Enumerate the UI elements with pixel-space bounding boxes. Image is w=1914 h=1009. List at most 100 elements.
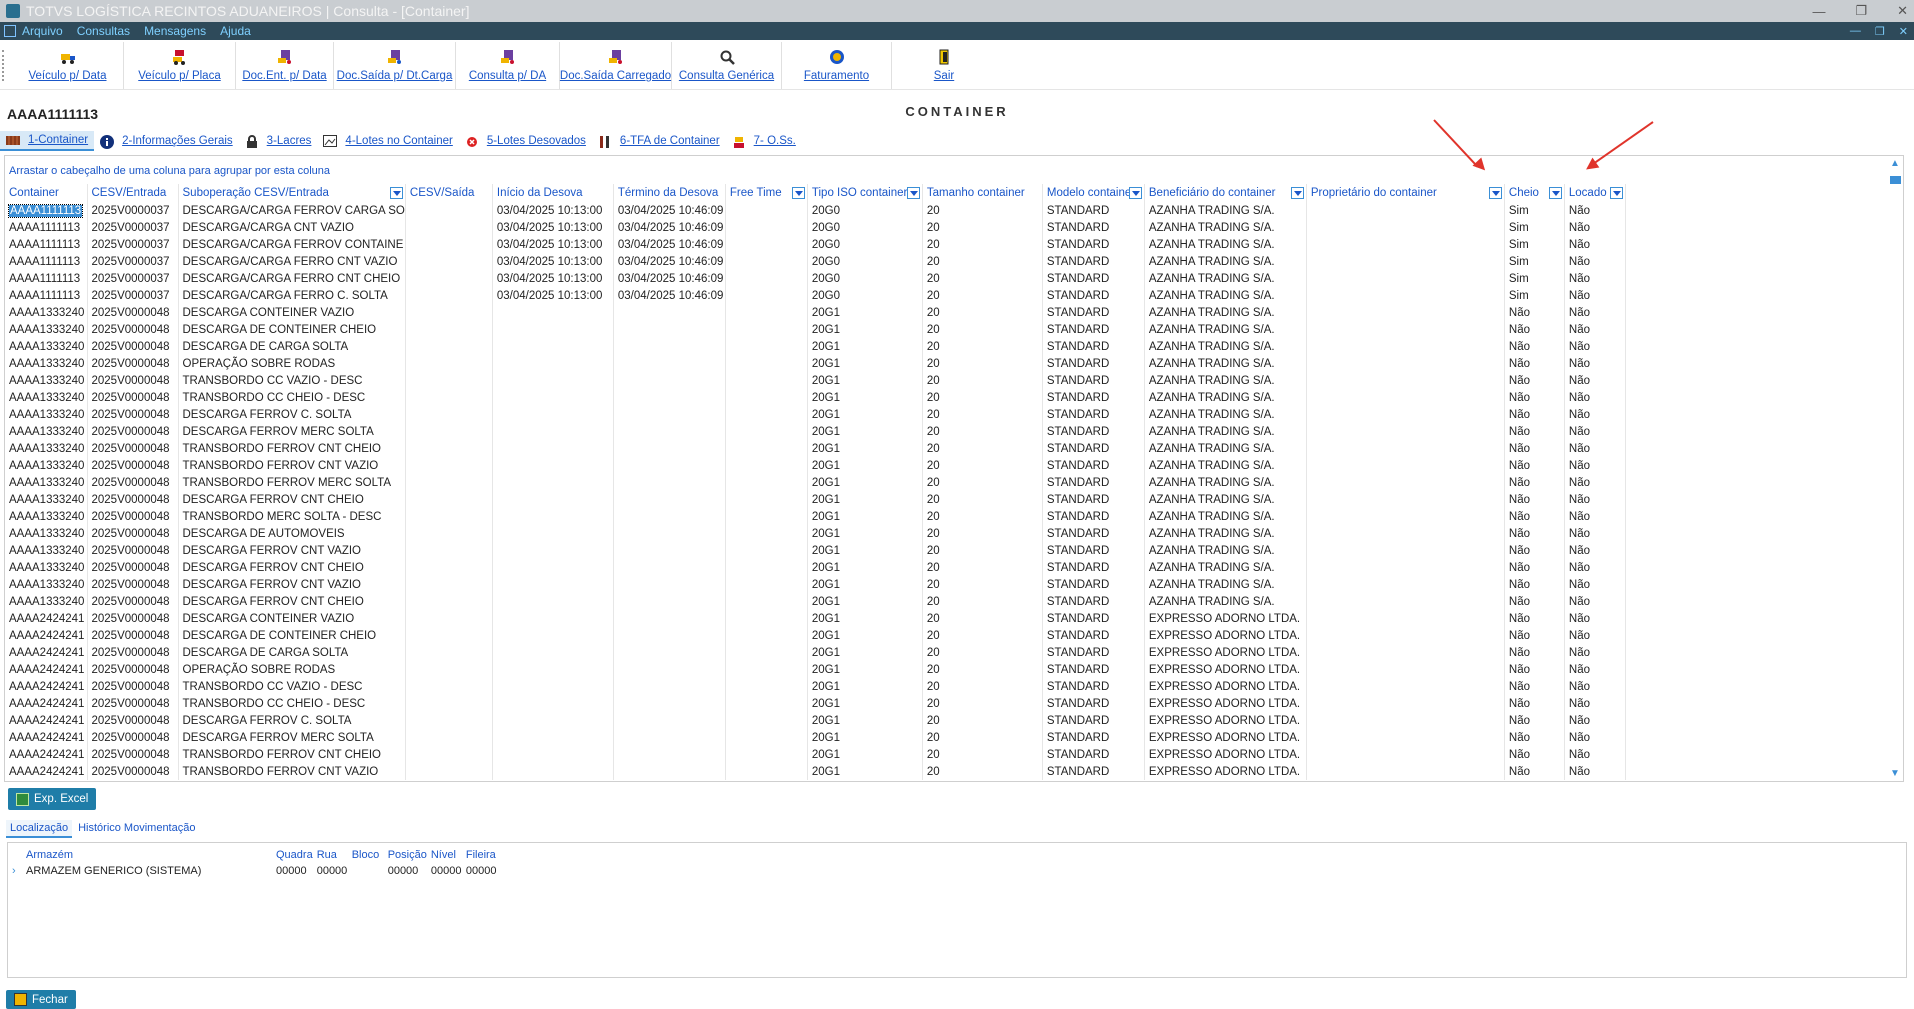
toolbar-grip[interactable] [2,50,8,81]
table-row[interactable]: AAAA1333240 2025V0000048 DESCARGA FERROV M… [5,423,1626,440]
table-row[interactable]: AAAA1333240 2025V0000048 TRANSBORDO FERROV… [5,440,1626,457]
table-row[interactable]: AAAA1333240 2025V0000048 TRANSBORDO FERROV… [5,457,1626,474]
table-row[interactable]: AAAA1111113 2025V0000037 DESCARGA/CARGA FE… [5,270,1626,287]
table-row[interactable]: AAAA1333240 2025V0000048 DESCARGA FERROV C… [5,576,1626,593]
table-row[interactable]: AAAA1333240 2025V0000048 DESCARGA FERROV C… [5,593,1626,610]
faturamento-button[interactable]: Faturamento [782,42,892,89]
table-row[interactable]: AAAA2424241 2025V0000048 DESCARGA FERROV M… [5,729,1626,746]
table-row[interactable]: AAAA1333240 2025V0000048 DESCARGA FERROV C… [5,542,1626,559]
table-row[interactable]: AAAA2424241 2025V0000048 DESCARGA CONTEINE… [5,610,1626,627]
col-armazem[interactable]: Armazém [22,847,272,863]
table-row[interactable]: AAAA1333240 2025V0000048 DESCARGA FERROV C… [5,406,1626,423]
table-row[interactable]: AAAA1111113 2025V0000037 DESCARGA/CARGA FE… [5,253,1626,270]
veiculo-placa-button[interactable]: Veículo p/ Placa [124,42,236,89]
doc-saida-carregado-button[interactable]: Doc.Saída Carregado [560,42,672,89]
minimize-icon[interactable]: — [1812,4,1825,19]
table-row[interactable]: AAAA1111113 2025V0000037 DESCARGA/CARGA FE… [5,236,1626,253]
tab-lotes-container[interactable]: 4-Lotes no Container [317,131,458,151]
scroll-down-icon[interactable]: ▼ [1890,768,1900,779]
table-row[interactable]: AAAA1111113 2025V0000037 DESCARGA/CARGA CN… [5,219,1626,236]
tab-tfa-container[interactable]: 6-TFA de Container [592,131,726,151]
menu-consultas[interactable]: Consultas [77,24,130,38]
table-row[interactable]: AAAA1333240 2025V0000048 TRANSBORDO CC VAZ… [5,372,1626,389]
col-header[interactable]: CESV/Saída [405,184,493,202]
table-row[interactable]: AAAA2424241 2025V0000048 DESCARGA FERROV C… [5,712,1626,729]
table-row[interactable]: AAAA1333240 2025V0000048 TRANSBORDO CC CHE… [5,389,1626,406]
table-row[interactable]: AAAA1333240 2025V0000048 DESCARGA DE CONTE… [5,321,1626,338]
sair-button[interactable]: Sair [892,42,996,89]
col-header[interactable]: Proprietário do container [1306,184,1505,202]
doc-entrada-data-button[interactable]: Doc.Ent. p/ Data [236,42,334,89]
filter-dropdown-icon[interactable] [791,187,805,199]
scroll-thumb[interactable] [1890,176,1901,184]
table-row[interactable]: AAAA1333240 2025V0000048 DESCARGA FERROV C… [5,559,1626,576]
table-row[interactable]: AAAA2424241 2025V0000048 TRANSBORDO CC VAZ… [5,678,1626,695]
veiculo-data-button[interactable]: Veículo p/ Data [12,42,124,89]
consulta-generica-button[interactable]: Consulta Genérica [672,42,782,89]
table-row[interactable]: AAAA1333240 2025V0000048 OPERAÇÃO SOBRE RO… [5,355,1626,372]
table-row[interactable]: AAAA2424241 2025V0000048 DESCARGA DE CONTE… [5,627,1626,644]
doc-saida-carga-button[interactable]: Doc.Saída p/ Dt.Carga [334,42,456,89]
table-row[interactable]: AAAA2424241 2025V0000048 DESCARGA DE CARGA… [5,644,1626,661]
table-row[interactable]: AAAA2424241 2025V0000048 TRANSBORDO FERROV… [5,763,1626,780]
mdi-close-icon[interactable]: ✕ [1899,25,1908,38]
tab-lacres[interactable]: 3-Lacres [239,131,318,151]
menu-arquivo[interactable]: Arquivo [22,24,63,38]
menu-system-icon[interactable] [4,25,16,37]
table-row[interactable]: AAAA2424241 2025V0000048 TRANSBORDO CC CHE… [5,695,1626,712]
table-row[interactable]: AAAA1333240 2025V0000048 DESCARGA CONTEINE… [5,304,1626,321]
col-header[interactable]: Suboperação CESV/Entrada [178,184,406,202]
table-row[interactable]: AAAA1333240 2025V0000048 DESCARGA FERROV C… [5,491,1626,508]
filter-dropdown-icon[interactable] [1488,187,1502,199]
col-quadra[interactable]: Quadra [272,847,313,863]
tab-container[interactable]: 1-Container [0,131,95,151]
export-excel-button[interactable]: Exp. Excel [8,788,97,810]
restore-icon[interactable]: ❐ [1855,3,1867,19]
table-row[interactable]: AAAA1333240 2025V0000048 DESCARGA DE AUTOM… [5,525,1626,542]
tab-informacoes-gerais[interactable]: 2-Informações Gerais [94,131,239,151]
filter-dropdown-icon[interactable] [1128,187,1142,199]
table-row[interactable]: AAAA1111113 2025V0000037 DESCARGA/CARGA FE… [5,287,1626,304]
col-fileira[interactable]: Fileira [462,847,502,863]
col-header[interactable]: CESV/Entrada [87,184,179,202]
table-row[interactable]: AAAA1333240 2025V0000048 TRANSBORDO MERC S… [5,508,1626,525]
col-posicao[interactable]: Posição [384,847,427,863]
filter-dropdown-icon[interactable] [1290,187,1304,199]
location-row[interactable]: › ARMAZEM GENERICO (SISTEMA) 00000 00000… [8,863,502,879]
table-row[interactable]: AAAA1333240 2025V0000048 DESCARGA DE CARGA… [5,338,1626,355]
scroll-up-icon[interactable]: ▲ [1890,158,1900,169]
col-header[interactable]: Cheio [1504,184,1565,202]
consulta-da-button[interactable]: Consulta p/ DA [456,42,560,89]
close-icon[interactable]: ✕ [1897,3,1908,19]
table-row[interactable]: AAAA2424241 2025V0000048 TRANSBORDO FERROV… [5,746,1626,763]
filter-dropdown-icon[interactable] [1548,187,1562,199]
tab-localizacao[interactable]: Localização [6,820,73,838]
table-row[interactable]: AAAA2424241 2025V0000048 OPERAÇÃO SOBRE RO… [5,661,1626,678]
filter-dropdown-icon[interactable] [389,187,403,199]
filter-dropdown-icon[interactable] [1609,187,1623,199]
fechar-button[interactable]: Fechar [6,990,76,1009]
mdi-restore-icon[interactable]: ❐ [1875,25,1885,38]
chevron-right-icon[interactable]: › [8,863,22,879]
table-row[interactable]: AAAA1333240 2025V0000048 TRANSBORDO FERROV… [5,474,1626,491]
col-rua[interactable]: Rua [313,847,348,863]
col-header[interactable]: Término da Desova [613,184,726,202]
table-row[interactable]: AAAA1111113 2025V0000037 DESCARGA/CARGA FE… [5,202,1626,219]
col-header[interactable]: Container [5,184,88,202]
col-header[interactable]: Tipo ISO container [807,184,923,202]
col-nivel[interactable]: Nível [427,847,462,863]
col-header[interactable]: Locado [1564,184,1626,202]
tab-lotes-desovados[interactable]: 5-Lotes Desovados [459,131,592,151]
col-header[interactable]: Free Time [725,184,808,202]
grid-vertical-scrollbar[interactable]: ▲ ▼ [1887,156,1903,781]
menu-ajuda[interactable]: Ajuda [220,24,251,38]
col-header[interactable]: Beneficiário do container [1144,184,1307,202]
col-header[interactable]: Tamanho container [922,184,1043,202]
mdi-minimize-icon[interactable]: — [1850,25,1861,37]
tab-historico-movimentacao[interactable]: Histórico Movimentação [74,820,199,838]
col-header[interactable]: Modelo container [1042,184,1145,202]
tab-oss[interactable]: 7- O.Ss. [726,131,802,151]
col-bloco[interactable]: Bloco [348,847,384,863]
menu-mensagens[interactable]: Mensagens [144,24,206,38]
col-header[interactable]: Início da Desova [492,184,614,202]
